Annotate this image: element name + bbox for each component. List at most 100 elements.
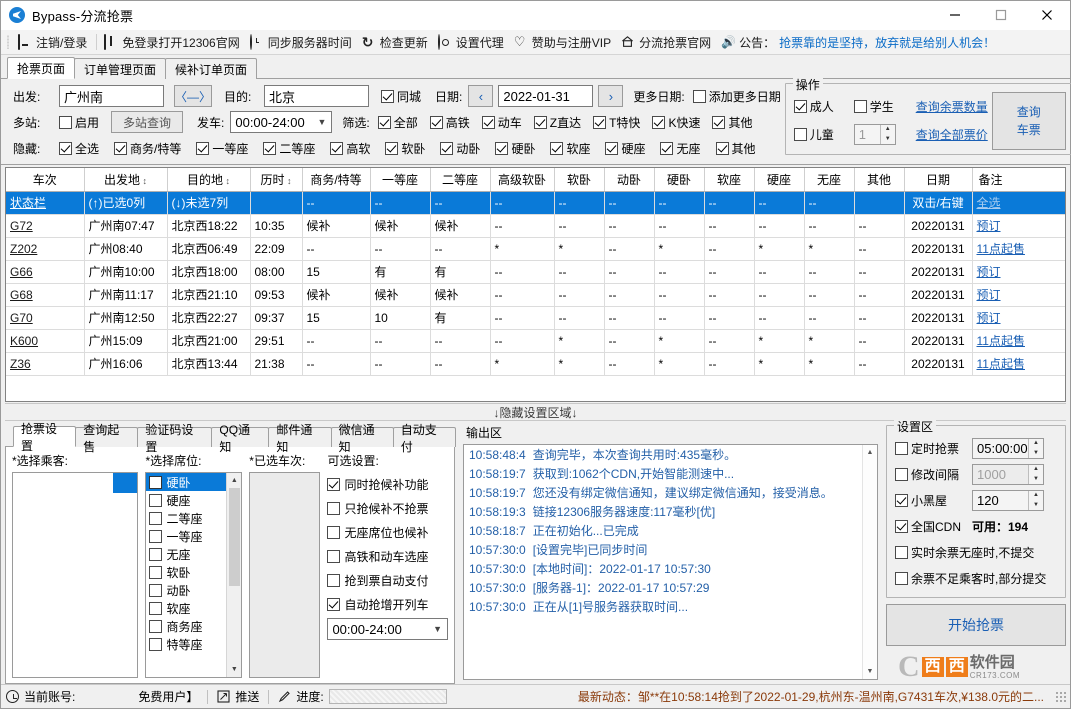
book-link[interactable]: 预订 (977, 288, 1001, 302)
cell-note[interactable]: 预订 (972, 283, 1065, 307)
close-button[interactable] (1024, 1, 1070, 30)
scroll-down-icon[interactable]: ▼ (227, 662, 242, 677)
cell-train[interactable]: K600 (6, 329, 85, 353)
option-waitlist-simultaneous[interactable]: 同时抢候补功能 (327, 472, 448, 496)
same-city-checkbox[interactable]: 同城 (381, 88, 421, 105)
cell-note[interactable]: 11点起售 (972, 237, 1065, 261)
query-remaining-link[interactable]: 查询余票数量 (916, 98, 988, 115)
option-waitlist-only[interactable]: 只抢候补不抢票 (327, 496, 448, 520)
stepper-arrows[interactable]: ▲ ▼ (1028, 438, 1043, 458)
sale-time-link[interactable]: 11点起售 (977, 242, 1025, 256)
train-link[interactable]: G68 (10, 288, 33, 302)
depart-time-select[interactable]: 00:00-24:00 ▼ (230, 111, 333, 133)
subtab-wechat-notify[interactable]: 微信通知 (330, 423, 394, 454)
date-input[interactable]: 2022-01-31 (498, 85, 594, 107)
multi-enable-checkbox[interactable]: 启用 (59, 114, 99, 131)
blackroom-stepper[interactable]: 120 ▲ ▼ (972, 489, 1044, 511)
th-duration[interactable]: 历时 ↕ (250, 168, 303, 192)
cell-note[interactable]: 11点起售 (972, 329, 1065, 353)
checkbox-box[interactable] (149, 583, 163, 597)
th-date[interactable]: 日期 (904, 168, 973, 192)
toolbar-item-synctime[interactable]: 同步服务器时间 (246, 32, 358, 53)
option-autopay[interactable]: 抢到票自动支付 (327, 568, 448, 592)
checkbox-box[interactable] (149, 547, 163, 561)
output-scrollbar[interactable]: ▲ ▼ (862, 445, 877, 679)
cdn-checkbox[interactable]: 全国CDN (895, 518, 967, 535)
timed-grab-time-stepper[interactable]: 05:00:00 ▲ ▼ (972, 437, 1044, 459)
scroll-up-icon[interactable]: ▲ (863, 445, 878, 460)
hide-yingzuo-checkbox[interactable]: 硬座 (605, 140, 645, 157)
tab-order-management[interactable]: 订单管理页面 (74, 58, 167, 79)
next-date-button[interactable]: › (598, 85, 624, 107)
hide-all-checkbox[interactable]: 全选 (59, 140, 99, 157)
scroll-up-icon[interactable]: ▲ (227, 473, 242, 488)
table-row[interactable]: G72 广州南07:47 北京西18:22 10:35 候补 候补 候补 -- … (6, 214, 1065, 238)
cell-note[interactable]: 预订 (972, 306, 1065, 330)
status-note[interactable]: 全选 (972, 191, 1065, 215)
stepper-arrows[interactable]: ▲ ▼ (879, 124, 895, 144)
table-row[interactable]: G68 广州南11:17 北京西21:10 09:53 候补 候补 候补 -- … (6, 283, 1065, 307)
train-link[interactable]: K600 (10, 334, 38, 348)
subtab-captcha[interactable]: 验证码设置 (137, 423, 213, 454)
output-log[interactable]: 10:58:48:4 查询完毕，本次查询共用时:435毫秒。 10:58:19:7… (463, 444, 878, 680)
th-yingzuo[interactable]: 硬座 (754, 168, 805, 192)
toolbar-item-open12306[interactable]: 免登录打开12306官网 (100, 32, 245, 53)
multi-query-button[interactable]: 多站查询 (111, 111, 184, 133)
toolbar-item-website[interactable]: 分流抢票官网 (617, 32, 717, 53)
table-status-row[interactable]: 状态栏 (↑)已选0列 (↓)未选7列 -- -- -- -- -- -- --… (6, 191, 1065, 215)
status-to[interactable]: (↓)未选7列 (167, 191, 251, 215)
option-seat-select[interactable]: 高铁和动车选座 (327, 544, 448, 568)
checkbox-box[interactable] (149, 493, 163, 507)
book-link[interactable]: 预订 (977, 219, 1001, 233)
swap-stations-button[interactable]: 〈—〉 (174, 85, 212, 107)
stepper-arrows[interactable]: ▲ ▼ (1028, 464, 1043, 484)
filter-k-checkbox[interactable]: K快速 (652, 114, 700, 131)
toolbar-item-vip[interactable]: ♡ 赞助与注册VIP (510, 32, 617, 53)
to-input[interactable]: 北京 (264, 85, 369, 107)
train-link[interactable]: G70 (10, 311, 33, 325)
th-note[interactable]: 备注 (972, 168, 1065, 192)
interval-checkbox[interactable]: 修改间隔 (895, 466, 967, 483)
filter-gaotie-checkbox[interactable]: 高铁 (429, 114, 470, 131)
selected-trains-listbox[interactable] (249, 472, 321, 678)
th-business[interactable]: 商务/特等 (302, 168, 371, 192)
cell-train[interactable]: G70 (6, 306, 85, 330)
sale-time-link[interactable]: 11点起售 (977, 334, 1025, 348)
hide-ruanwo-checkbox[interactable]: 软卧 (385, 140, 425, 157)
add-more-date-checkbox[interactable]: 添加更多日期 (692, 88, 781, 105)
cell-train[interactable]: G66 (6, 260, 85, 284)
minimize-button[interactable] (932, 1, 978, 30)
hide-gaoruan-checkbox[interactable]: 高软 (330, 140, 370, 157)
th-from[interactable]: 出发地 ↕ (84, 168, 168, 192)
adult-checkbox[interactable]: 成人 (793, 98, 854, 115)
th-ruanwo[interactable]: 软卧 (554, 168, 605, 192)
blackroom-checkbox[interactable]: 小黑屋 (895, 492, 967, 509)
tab-grab-ticket[interactable]: 抢票页面 (7, 57, 76, 79)
table-row[interactable]: G66 广州南10:00 北京西18:00 08:00 15 有 有 -- --… (6, 260, 1065, 284)
prev-date-button[interactable]: ‹ (468, 85, 494, 107)
toolbar-item-proxy[interactable]: 设置代理 (434, 32, 510, 53)
sale-time-link[interactable]: 11点起售 (977, 357, 1025, 371)
book-link[interactable]: 预订 (977, 265, 1001, 279)
seat-listbox[interactable]: 硬卧 硬座 二等座 一等座 无座 软卧 动卧 软座 商务座 特等座 ▲ ▼ (145, 472, 243, 678)
resize-grip[interactable] (1055, 690, 1067, 703)
child-checkbox[interactable]: 儿童 (793, 126, 854, 143)
checkbox-box[interactable] (149, 565, 163, 579)
hide-dongwo-checkbox[interactable]: 动卧 (440, 140, 480, 157)
option-extra-trains[interactable]: 自动抢增开列车 (327, 592, 448, 616)
tab-waitlist-order[interactable]: 候补订单页面 (165, 58, 258, 79)
seat-list-scrollbar[interactable]: ▲ ▼ (226, 473, 242, 677)
book-link[interactable]: 预订 (977, 311, 1001, 325)
th-to[interactable]: 目的地 ↕ (167, 168, 251, 192)
passenger-listbox[interactable] (12, 472, 139, 678)
status-from[interactable]: (↑)已选0列 (84, 191, 168, 215)
filter-dongche-checkbox[interactable]: 动车 (481, 114, 522, 131)
th-first[interactable]: 一等座 (370, 168, 431, 192)
train-link[interactable]: Z202 (10, 242, 37, 256)
filter-all-checkbox[interactable]: 全部 (377, 114, 418, 131)
th-second[interactable]: 二等座 (430, 168, 491, 192)
filter-other-checkbox[interactable]: 其他 (712, 114, 752, 131)
subtab-query-sale[interactable]: 查询起售 (75, 423, 139, 454)
th-gaoruan[interactable]: 高级软卧 (490, 168, 555, 192)
hide-second-checkbox[interactable]: 二等座 (263, 140, 315, 157)
